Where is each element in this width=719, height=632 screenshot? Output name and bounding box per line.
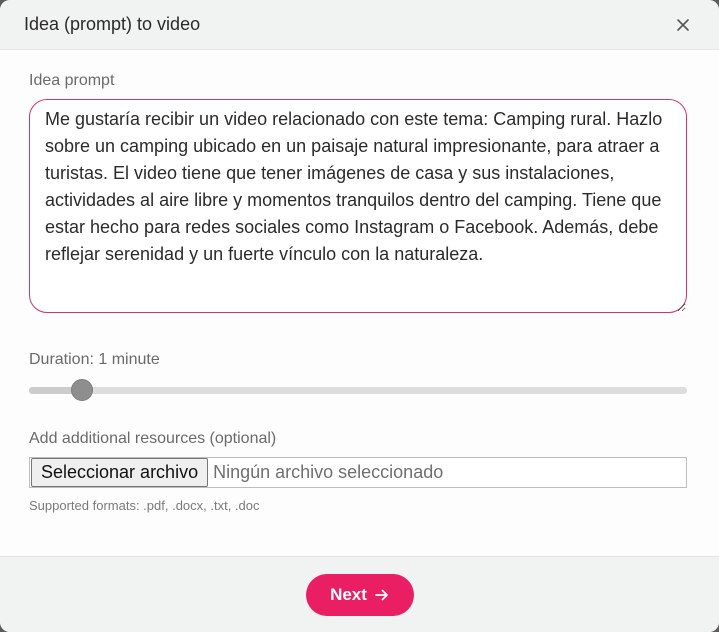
next-button-label: Next xyxy=(330,584,367,604)
resources-label: Add additional resources (optional) xyxy=(29,430,277,447)
slider-thumb[interactable] xyxy=(70,379,93,401)
supported-formats-hint: Supported formats: .pdf, .docx, .txt, .d… xyxy=(29,498,260,513)
duration-label: Duration: 1 minute xyxy=(29,351,160,368)
close-icon xyxy=(677,18,689,31)
dialog-header: Idea (prompt) to video xyxy=(0,0,719,50)
dialog-footer: Next xyxy=(0,556,719,632)
idea-prompt-label: Idea prompt xyxy=(29,72,115,89)
select-file-button[interactable]: Seleccionar archivo xyxy=(31,458,209,487)
close-button[interactable] xyxy=(671,13,695,37)
next-button[interactable]: Next xyxy=(305,573,414,616)
arrow-right-icon xyxy=(375,589,388,600)
duration-section: Duration: 1 minute xyxy=(29,351,687,402)
dialog-title: Idea (prompt) to video xyxy=(24,14,201,34)
slider-track[interactable] xyxy=(29,387,687,394)
resources-section: Add additional resources (optional) Sele… xyxy=(29,430,687,513)
file-status-text: Ningún archivo seleccionado xyxy=(213,462,444,482)
file-input[interactable]: Seleccionar archivo Ningún archivo selec… xyxy=(29,457,687,488)
dialog-body: Idea prompt Me gustaría recibir un video… xyxy=(0,50,719,513)
duration-slider[interactable] xyxy=(29,378,687,402)
idea-to-video-dialog: Idea (prompt) to video Idea prompt Me gu… xyxy=(0,0,719,632)
idea-prompt-textarea[interactable]: Me gustaría recibir un video relacionado… xyxy=(29,99,687,313)
